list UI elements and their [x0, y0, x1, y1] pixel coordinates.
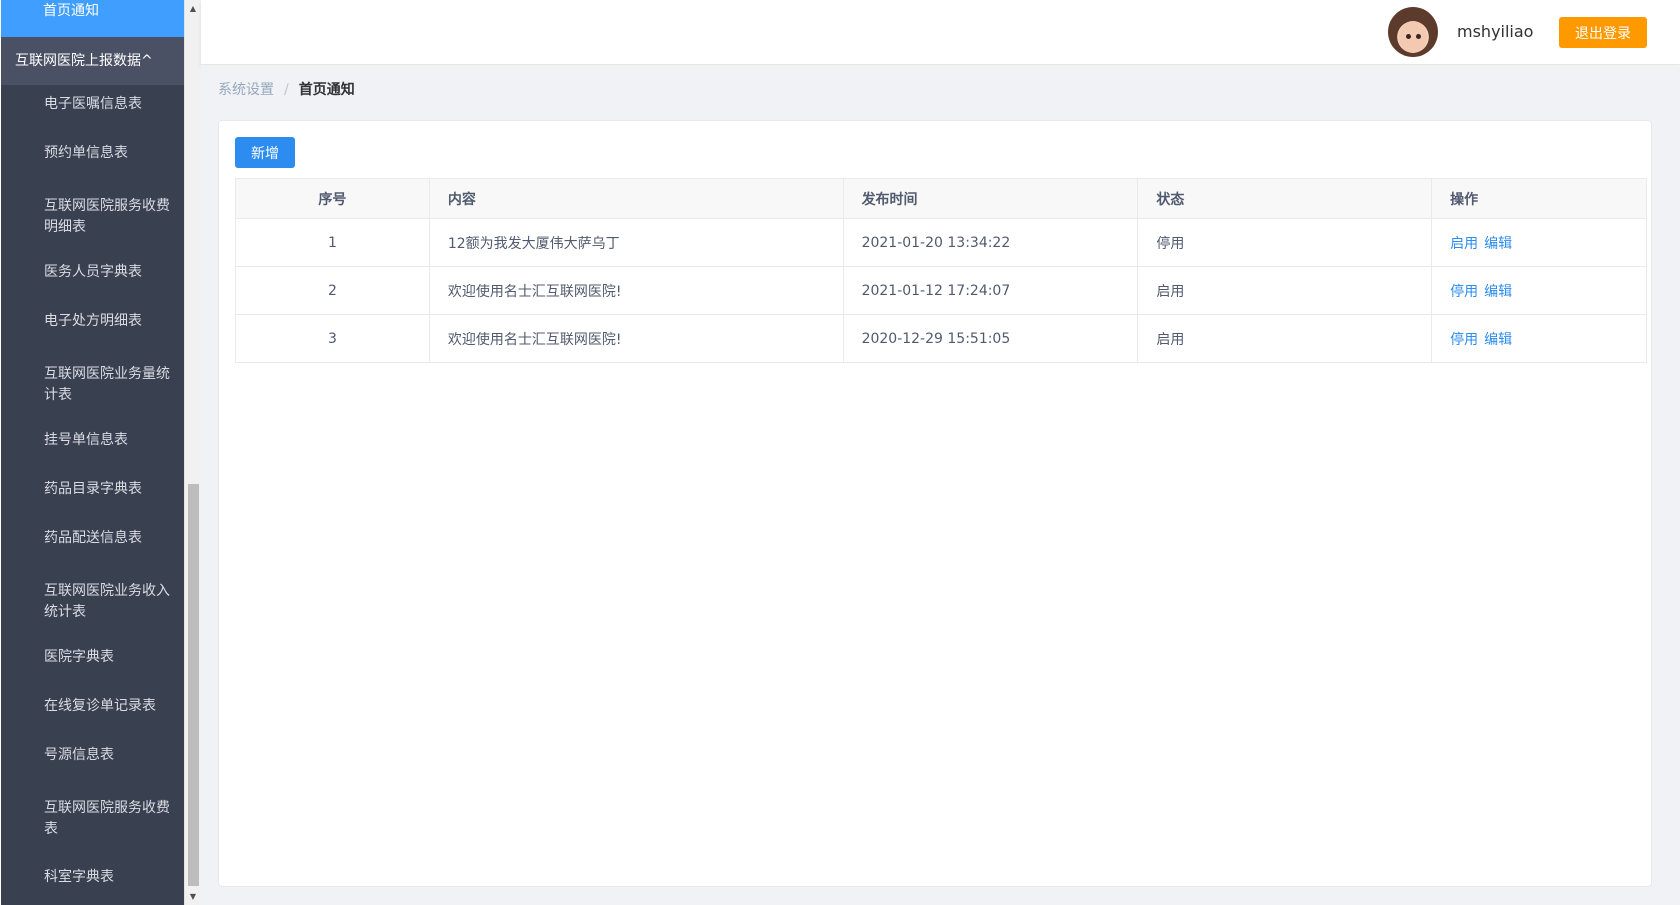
cell-content: 欢迎使用名士汇互联网医院! [428, 266, 844, 315]
sidebar-item[interactable]: 药品配送信息表 [1, 528, 184, 549]
content-panel: 新增 序号 内容 发布时间 状态 操作 1 12额为我发大厦伟大萨乌丁 2021… [218, 120, 1652, 887]
sidebar-item[interactable]: 药品目录字典表 [1, 479, 184, 500]
sidebar-item-label: 医院字典表 [44, 649, 114, 665]
edit-link[interactable]: 编辑 [1484, 284, 1512, 300]
main-content: 系统设置 / 首页通知 新增 序号 内容 发布时间 状态 操作 1 12额为我发… [201, 66, 1680, 905]
sidebar-item[interactable]: 挂号单信息表 [1, 430, 184, 451]
sidebar-item[interactable]: 医务人员字典表 [1, 262, 184, 283]
scroll-thumb[interactable] [188, 484, 199, 886]
cell-index: 3 [235, 314, 430, 363]
logout-button[interactable]: 退出登录 [1559, 17, 1647, 48]
sidebar-item-label: 互联网医院服务收费表 [44, 800, 170, 837]
cell-index: 2 [235, 266, 430, 315]
sidebar-scrollbar[interactable]: ▲ ▼ [184, 0, 201, 905]
edit-link[interactable]: 编辑 [1484, 332, 1512, 348]
sidebar-item[interactable]: 互联网医院业务收入统计表 [1, 581, 184, 623]
sidebar-item-label: 科室字典表 [44, 869, 114, 885]
notice-table: 序号 内容 发布时间 状态 操作 1 12额为我发大厦伟大萨乌丁 2021-01… [235, 178, 1647, 363]
sidebar-item[interactable]: 预约单信息表 [1, 143, 184, 164]
column-header-time: 发布时间 [842, 178, 1139, 219]
table-header-row: 序号 内容 发布时间 状态 操作 [235, 178, 1647, 219]
sidebar-item-label: 医务人员字典表 [44, 264, 142, 280]
column-header-index: 序号 [235, 178, 430, 219]
column-header-status: 状态 [1137, 178, 1433, 219]
avatar-face [1399, 21, 1427, 53]
sidebar-item-label: 挂号单信息表 [44, 432, 128, 448]
cell-actions: 启用 编辑 [1431, 218, 1647, 267]
top-header: mshyiliao 退出登录 [201, 0, 1680, 65]
table-row: 1 12额为我发大厦伟大萨乌丁 2021-01-20 13:34:22 停用 启… [235, 218, 1647, 267]
add-button[interactable]: 新增 [235, 137, 295, 168]
sidebar-item-label: 互联网医院业务收入统计表 [44, 583, 170, 620]
toggle-status-link[interactable]: 停用 [1450, 332, 1478, 348]
cell-time: 2021-01-12 17:24:07 [842, 266, 1139, 315]
cell-status: 停用 [1137, 218, 1433, 267]
sidebar-group-report-data[interactable]: 互联网医院上报数据^ [1, 37, 184, 85]
sidebar-item-label: 互联网医院服务收费明细表 [44, 198, 170, 235]
sidebar-item-label: 电子处方明细表 [44, 313, 142, 329]
cell-content: 12额为我发大厦伟大萨乌丁 [428, 218, 844, 267]
sidebar-item[interactable]: 科室字典表 [1, 867, 184, 888]
breadcrumb-separator: / [284, 82, 289, 98]
edit-link[interactable]: 编辑 [1484, 236, 1512, 252]
scroll-up-arrow-icon[interactable]: ▲ [185, 0, 201, 17]
cell-time: 2021-01-20 13:34:22 [842, 218, 1139, 267]
cell-index: 1 [235, 218, 430, 267]
table-row: 3 欢迎使用名士汇互联网医院! 2020-12-29 15:51:05 启用 停… [235, 314, 1647, 363]
cell-time: 2020-12-29 15:51:05 [842, 314, 1139, 363]
avatar-eye [1406, 34, 1411, 39]
sidebar-item[interactable]: 医院字典表 [1, 647, 184, 668]
sidebar-item[interactable]: 电子医嘱信息表 [1, 94, 184, 115]
avatar-eye [1416, 34, 1421, 39]
cell-actions: 停用 编辑 [1431, 266, 1647, 315]
sidebar-item[interactable]: 号源信息表 [1, 745, 184, 766]
sidebar-item-label: 药品配送信息表 [44, 530, 142, 546]
breadcrumb-current: 首页通知 [298, 82, 355, 98]
username: mshyiliao [1457, 22, 1534, 41]
sidebar-item[interactable]: 在线复诊单记录表 [1, 696, 184, 717]
table-row: 2 欢迎使用名士汇互联网医院! 2021-01-12 17:24:07 启用 停… [235, 266, 1647, 315]
sidebar-item[interactable]: 互联网医院服务收费表 [1, 798, 184, 840]
sidebar-item[interactable]: 电子处方明细表 [1, 311, 184, 332]
app-root: 首页通知 互联网医院上报数据^ 电子医嘱信息表 预约单信息表 互联网医院服务收费… [0, 0, 1680, 905]
scroll-down-arrow-icon[interactable]: ▼ [185, 888, 201, 905]
sidebar-item[interactable]: 互联网医院业务量统计表 [1, 364, 184, 406]
toggle-status-link[interactable]: 启用 [1450, 236, 1478, 252]
sidebar-item-label: 预约单信息表 [44, 145, 128, 161]
cell-content: 欢迎使用名士汇互联网医院! [428, 314, 844, 363]
avatar[interactable] [1388, 7, 1438, 57]
sidebar-item-label: 首页通知 [43, 3, 99, 19]
sidebar-item-label: 号源信息表 [44, 747, 114, 763]
cell-status: 启用 [1137, 314, 1433, 363]
sidebar: 首页通知 互联网医院上报数据^ 电子医嘱信息表 预约单信息表 互联网医院服务收费… [1, 0, 184, 905]
column-header-content: 内容 [428, 178, 844, 219]
breadcrumb: 系统设置 / 首页通知 [218, 80, 355, 100]
sidebar-item-home-notice[interactable]: 首页通知 [1, 0, 184, 37]
sidebar-item-label: 互联网医院业务量统计表 [44, 366, 170, 403]
sidebar-item-label: 电子医嘱信息表 [44, 96, 142, 112]
breadcrumb-parent[interactable]: 系统设置 [218, 82, 274, 98]
sidebar-item[interactable]: 互联网医院服务收费明细表 [1, 196, 184, 238]
sidebar-item-label: 药品目录字典表 [44, 481, 142, 497]
column-header-actions: 操作 [1431, 178, 1647, 219]
sidebar-item-label: 在线复诊单记录表 [44, 698, 156, 714]
cell-actions: 停用 编辑 [1431, 314, 1647, 363]
toggle-status-link[interactable]: 停用 [1450, 284, 1478, 300]
cell-status: 启用 [1137, 266, 1433, 315]
chevron-up-icon: ^ [141, 53, 153, 69]
sidebar-group-label: 互联网医院上报数据 [15, 53, 141, 69]
